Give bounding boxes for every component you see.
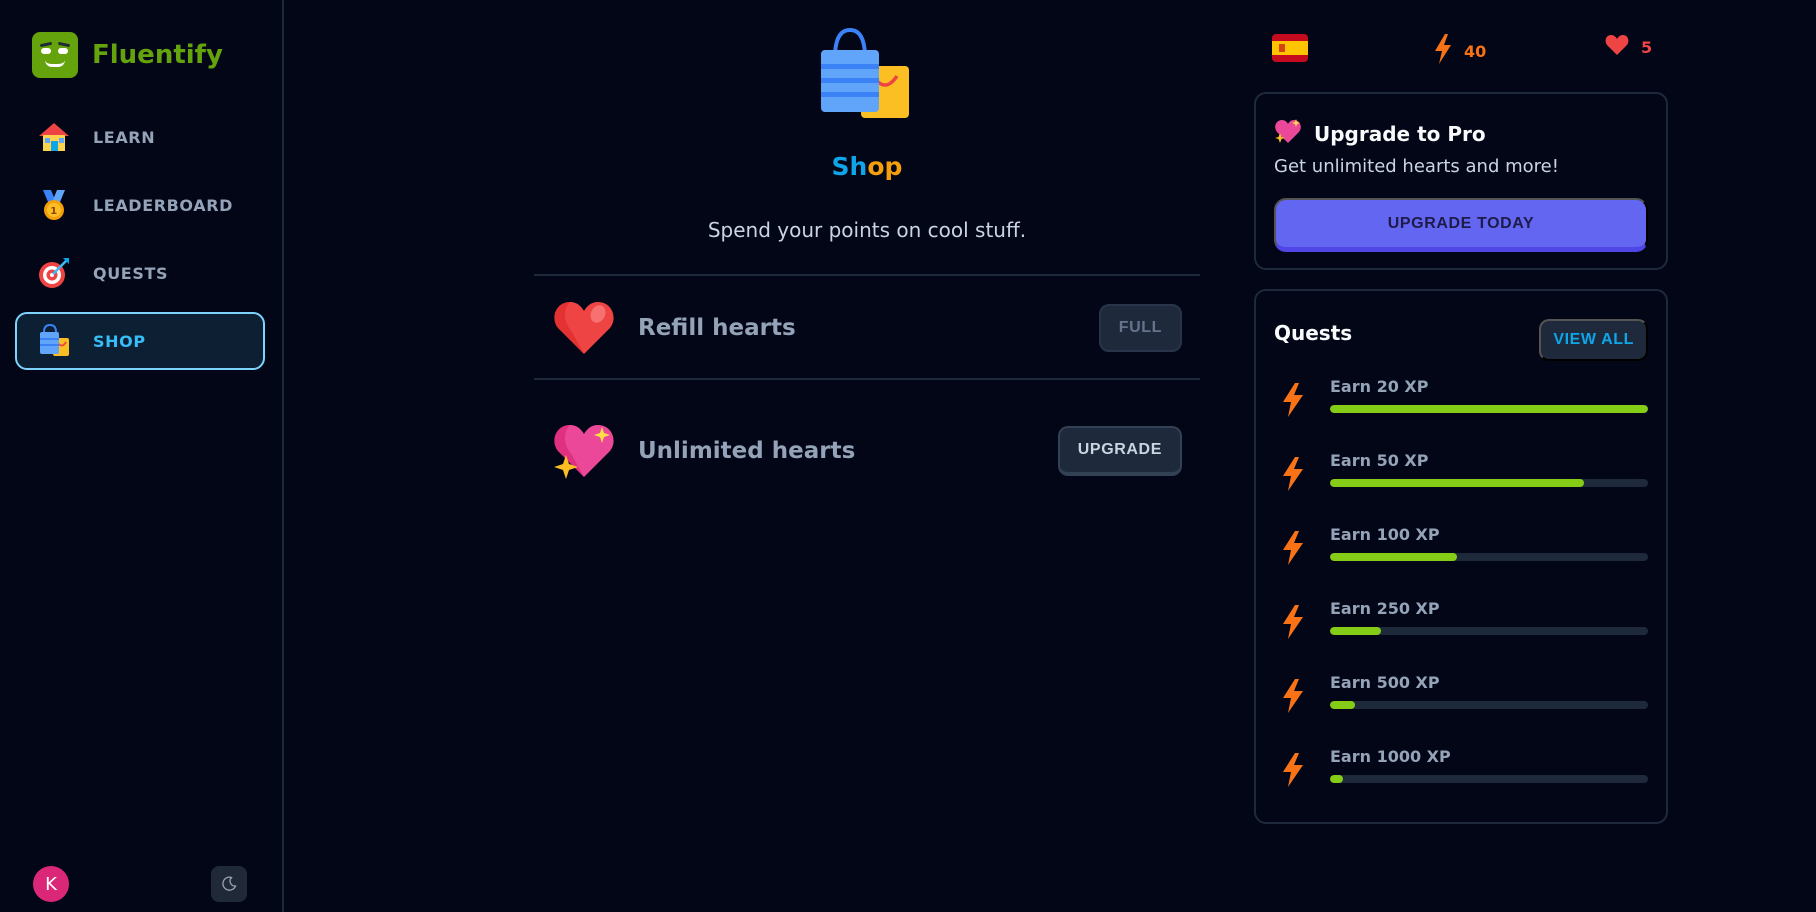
language-selector[interactable] [1272,34,1308,62]
quest-progress-bar [1330,701,1648,709]
theme-toggle-button[interactable] [211,866,247,902]
user-avatar[interactable]: K [33,866,69,902]
medal-icon: 1 [37,188,71,222]
quest-item: Earn 1000 XP [1274,747,1648,821]
sidebar-item-label: SHOP [93,331,146,351]
sparkling-heart-icon [552,419,616,483]
shopping-bags-icon [821,27,911,120]
sidebar-item-learn[interactable]: LEARN [15,108,265,166]
quest-item: Earn 250 XP [1274,599,1648,673]
pro-card-title: Upgrade to Pro [1314,121,1486,146]
hearts-counter[interactable]: 5 [1605,34,1652,60]
quest-label: Earn 20 XP [1330,377,1429,396]
spain-flag-icon [1272,34,1308,62]
upgrade-pro-card: Upgrade to Pro Get unlimited hearts and … [1254,92,1668,270]
view-all-button[interactable]: VIEW ALL [1539,319,1648,361]
sparkling-heart-icon [1274,118,1302,149]
points-counter[interactable]: 40 [1434,34,1486,68]
quest-label: Earn 50 XP [1330,451,1429,470]
lightning-icon [1283,753,1303,787]
lightning-icon [1283,383,1303,417]
quest-progress-bar [1330,479,1648,487]
upgrade-today-button[interactable]: UPGRADE TODAY [1274,198,1648,252]
user-stats: 40 5 [1272,34,1664,64]
mascot-logo-icon [32,32,78,78]
lightning-icon [1283,679,1303,713]
sidebar-item-label: LEADERBOARD [93,195,233,215]
quests-title: Quests [1274,321,1353,345]
quest-progress-bar [1330,405,1648,413]
refill-hearts-full-button[interactable]: FULL [1098,304,1182,352]
brand[interactable]: Fluentify [32,32,223,78]
moon-icon [222,876,237,891]
target-icon [37,256,71,290]
lightning-icon [1434,34,1452,68]
quest-item: Earn 50 XP [1274,451,1648,525]
quest-progress-fill [1330,479,1585,487]
quest-item: Earn 20 XP [1274,377,1648,451]
lightning-icon [1283,531,1303,565]
page-title: Shop [831,152,903,181]
svg-text:1: 1 [50,206,58,217]
quest-item: Earn 500 XP [1274,673,1648,747]
shop-item-label: Unlimited hearts [638,438,856,464]
lightning-icon [1283,605,1303,639]
sidebar-item-quests[interactable]: QUESTS [15,244,265,302]
sidebar-item-leaderboard[interactable]: 1 LEADERBOARD [15,176,265,234]
quest-progress-fill [1330,775,1343,783]
heart-icon [552,296,616,360]
points-value: 40 [1464,41,1487,61]
sidebar-item-shop[interactable]: SHOP [15,312,265,370]
quest-progress-fill [1330,701,1356,709]
quest-item: Earn 100 XP [1274,525,1648,599]
pro-card-subtitle: Get unlimited hearts and more! [1274,156,1559,177]
quest-progress-bar [1330,775,1648,783]
quest-list: Earn 20 XP Earn 50 XP Earn 100 XP Earn 250 … [1274,377,1648,821]
house-icon [37,120,71,154]
quest-label: Earn 500 XP [1330,673,1440,692]
quest-label: Earn 250 XP [1330,599,1440,618]
sidebar-nav: LEARN 1 LEADERBOARD QUESTS SHOP [15,108,265,380]
pro-card-header: Upgrade to Pro [1274,118,1486,149]
lightning-icon [1283,457,1303,491]
shop-item-unlimited-hearts: Unlimited hearts UPGRADE [534,378,1200,522]
sidebar: Fluentify LEARN 1 LEADERBOARD QUESTS SHO… [0,0,284,912]
quest-progress-bar [1330,553,1648,561]
sidebar-item-label: QUESTS [93,263,169,283]
quest-label: Earn 100 XP [1330,525,1440,544]
quest-progress-fill [1330,405,1648,413]
shopping-bags-icon [37,323,71,358]
upgrade-button[interactable]: UPGRADE [1057,426,1182,476]
heart-icon [1605,34,1629,60]
hearts-value: 5 [1641,37,1653,57]
shop-item-label: Refill hearts [638,315,796,341]
quest-progress-fill [1330,553,1458,561]
quest-progress-bar [1330,627,1648,635]
shop-item-refill-hearts: Refill hearts FULL [534,274,1200,380]
sidebar-item-label: LEARN [93,127,156,147]
quest-progress-fill [1330,627,1381,635]
quests-card: Quests VIEW ALL Earn 20 XP Earn 50 XP Earn… [1254,289,1668,824]
page-subtitle: Spend your points on cool stuff. [707,218,1027,242]
quest-label: Earn 1000 XP [1330,747,1451,766]
brand-name: Fluentify [92,40,223,70]
